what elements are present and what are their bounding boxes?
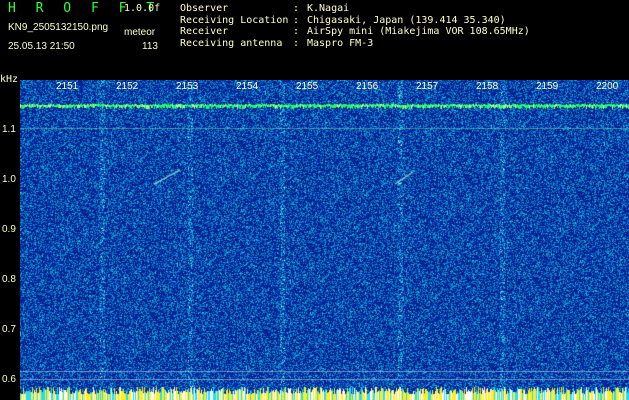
- info-value: Maspro FM-3: [307, 37, 374, 49]
- y-unit-label: kHz: [0, 74, 19, 85]
- y-tick-label: 1.0: [2, 174, 16, 185]
- y-tick-label: 0.9: [2, 224, 16, 235]
- y-tick-label: 0.8: [2, 274, 16, 285]
- y-tick-label: 1.1: [2, 124, 16, 135]
- info-label: Receiving Location: [180, 14, 289, 26]
- y-tick-label: 0.6: [2, 374, 16, 385]
- info-label: Receiver: [180, 26, 229, 37]
- x-tick-label: 2152: [116, 81, 139, 92]
- info-colon: :: [293, 26, 300, 37]
- info-row-location: Receiving Location: Chigasaki, Japan (139…: [180, 15, 530, 27]
- x-tick-label: 2158: [476, 81, 499, 92]
- info-value: K.Nagai: [307, 3, 350, 14]
- meteor-count: 113: [142, 41, 158, 52]
- x-tick-label: 2159: [536, 81, 559, 92]
- x-tick-label: 2200: [596, 81, 619, 92]
- spectrogram-canvas: [20, 80, 629, 400]
- x-tick-label: 2151: [56, 81, 79, 92]
- info-colon: :: [293, 37, 300, 49]
- info-colon: :: [293, 3, 300, 14]
- x-tick-label: 2157: [416, 81, 439, 92]
- datetime-label: 25.05.13 21:50: [8, 41, 75, 52]
- info-label: Receiving antenna: [180, 37, 283, 49]
- x-tick-label: 2156: [356, 81, 379, 92]
- info-value: Chigasaki, Japan (139.414 35.340): [307, 14, 506, 26]
- x-tick-label: 2153: [176, 81, 199, 92]
- x-tick-label: 2154: [236, 81, 259, 92]
- x-tick-label: 2155: [296, 81, 319, 92]
- info-value: AirSpy mini (Miakejima VOR 108.65MHz): [307, 26, 530, 37]
- info-row-antenna: Receiving antenna: Maspro FM-3: [180, 38, 530, 50]
- info-label: Observer: [180, 3, 229, 14]
- info-row-receiver: Receiver: AirSpy mini (Miakejima VOR 108.…: [180, 26, 530, 38]
- y-tick-label: 0.7: [2, 324, 16, 335]
- info-row-observer: Observer: K.Nagai: [180, 3, 530, 15]
- info-colon: :: [293, 14, 300, 26]
- version-label: 1.0.0f: [124, 3, 161, 14]
- filename-label: KN9_2505132150.png: [8, 22, 109, 33]
- station-info: Observer: K.Nagai Receiving Location: Chig…: [180, 3, 530, 49]
- spectrogram-plot: [20, 80, 629, 400]
- meteor-label: meteor: [124, 27, 156, 38]
